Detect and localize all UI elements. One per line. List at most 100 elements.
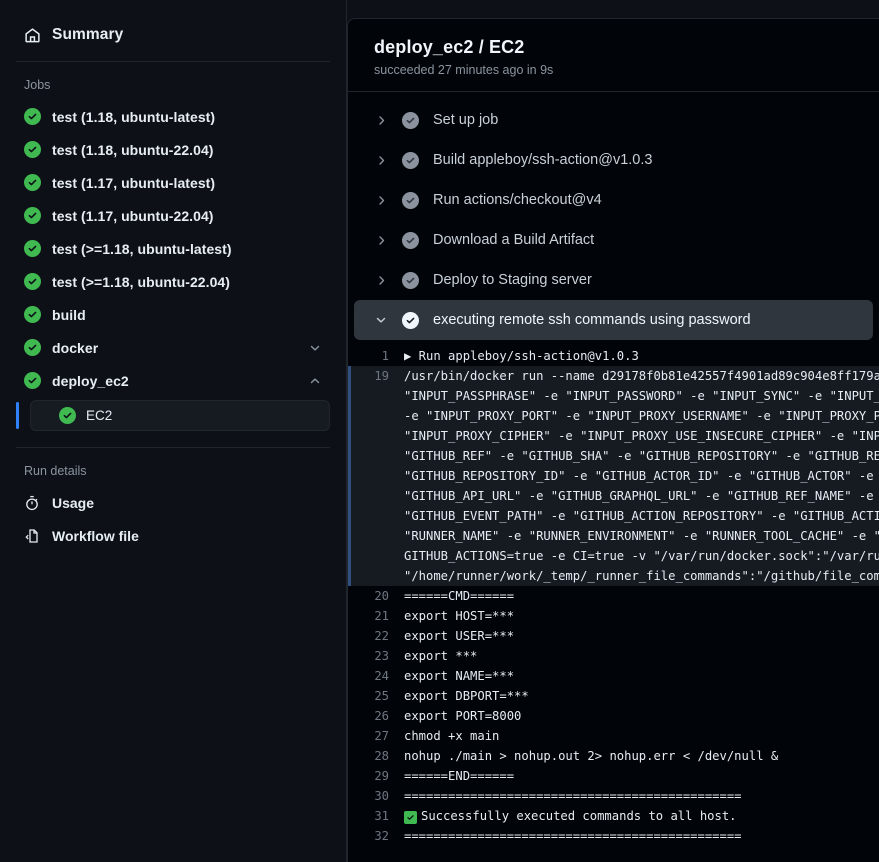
sidebar-item-summary[interactable]: Summary xyxy=(16,9,330,61)
log-line[interactable]: 23 export *** xyxy=(348,646,879,666)
success-check-icon xyxy=(402,311,419,329)
log-line-number: 30 xyxy=(374,789,389,803)
log-command-block[interactable]: 19 /usr/bin/docker run --name d29178f0b8… xyxy=(348,366,879,586)
sidebar-item-job[interactable]: deploy_ec2 xyxy=(16,364,330,397)
step-label: executing remote ssh commands using pass… xyxy=(433,312,751,328)
jobs-heading: Jobs xyxy=(24,78,51,92)
file-code-icon xyxy=(24,528,40,544)
log-line-number: 23 xyxy=(374,649,389,663)
step-label: Download a Build Artifact xyxy=(433,232,595,248)
success-check-icon xyxy=(24,141,41,158)
chevron-right-icon[interactable] xyxy=(374,154,388,167)
selected-step-wrapper: EC2 xyxy=(16,400,330,431)
main-panel: deploy_ec2 / EC2 succeeded 27 minutes ag… xyxy=(347,18,879,862)
sidebar-item-job[interactable]: test (1.18, ubuntu-22.04) xyxy=(16,133,330,166)
sidebar-job-label: docker xyxy=(52,339,99,356)
log-line[interactable]: 21 export HOST=*** xyxy=(348,606,879,626)
log-line-content: ========================================… xyxy=(404,789,742,803)
sidebar-job-label: test (>=1.18, ubuntu-latest) xyxy=(52,240,232,257)
success-check-icon xyxy=(24,240,41,257)
log-line-content: export DBPORT=*** xyxy=(404,689,529,703)
sidebar: Summary Jobs test (1.18, ubuntu-latest) t… xyxy=(0,0,347,862)
stopwatch-icon xyxy=(24,495,40,511)
selected-step-accent-bar xyxy=(16,402,19,429)
log-line-number: 21 xyxy=(374,609,389,623)
sidebar-step-label: EC2 xyxy=(86,408,113,423)
sidebar-job-label: deploy_ec2 xyxy=(52,372,129,389)
job-list: test (1.18, ubuntu-latest) test (1.18, ub… xyxy=(16,100,330,397)
log-line-number: 26 xyxy=(374,709,389,723)
log-line[interactable]: 27 chmod +x main xyxy=(348,726,879,746)
log-line[interactable]: 25 export DBPORT=*** xyxy=(348,686,879,706)
sidebar-item-job[interactable]: test (1.18, ubuntu-latest) xyxy=(16,100,330,133)
log-line-number: 28 xyxy=(374,749,389,763)
sidebar-job-label: test (1.18, ubuntu-latest) xyxy=(52,108,216,125)
step-row[interactable]: Run actions/checkout@v4 xyxy=(354,180,873,220)
sidebar-job-label: test (1.17, ubuntu-22.04) xyxy=(52,207,214,224)
log-line[interactable]: 20 ======CMD====== xyxy=(348,586,879,606)
chevron-down-icon[interactable] xyxy=(374,313,388,327)
sidebar-item-job[interactable]: test (1.17, ubuntu-latest) xyxy=(16,166,330,199)
log-line-content: nohup ./main > nohup.out 2> nohup.err < … xyxy=(404,749,779,763)
chevron-right-icon[interactable] xyxy=(374,234,388,247)
success-check-icon xyxy=(24,339,41,356)
log-line[interactable]: 32 ======================================… xyxy=(348,826,879,846)
workflow-run-page: Summary Jobs test (1.18, ubuntu-latest) t… xyxy=(0,0,879,862)
sidebar-step-ec2[interactable]: EC2 xyxy=(30,400,330,431)
step-row[interactable]: Deploy to Staging server xyxy=(354,260,873,300)
success-check-icon xyxy=(24,108,41,125)
log-line-content: export NAME=*** xyxy=(404,669,515,683)
log-line[interactable]: 26 export PORT=8000 xyxy=(348,706,879,726)
log-line-content: ======END====== xyxy=(404,769,515,783)
log-line-content: export PORT=8000 xyxy=(404,709,522,723)
sidebar-job-label: build xyxy=(52,306,86,323)
step-row[interactable]: Set up job xyxy=(354,100,873,140)
check-box-icon xyxy=(404,811,417,824)
log-line[interactable]: 30 ======================================… xyxy=(348,786,879,806)
chevron-down-icon[interactable] xyxy=(308,341,322,355)
sidebar-item-job[interactable]: test (>=1.18, ubuntu-22.04) xyxy=(16,265,330,298)
chevron-right-icon[interactable] xyxy=(374,114,388,127)
log-line-number: 29 xyxy=(374,769,389,783)
step-list: Set up job Build appleboy/ssh-action@v1.0… xyxy=(348,92,879,340)
log-line-content: export USER=*** xyxy=(404,629,515,643)
step-row[interactable]: executing remote ssh commands using pass… xyxy=(354,300,873,340)
success-check-icon xyxy=(24,306,41,323)
log-line[interactable]: 22 export USER=*** xyxy=(348,626,879,646)
log-line-content: chmod +x main xyxy=(404,729,500,743)
log-line-content: ======CMD====== xyxy=(404,589,515,603)
sidebar-job-label: test (1.18, ubuntu-22.04) xyxy=(52,141,214,158)
chevron-right-icon[interactable] xyxy=(374,274,388,287)
success-check-icon xyxy=(402,111,419,129)
log-line[interactable]: 1 ▶ Run appleboy/ssh-action@v1.0.3 xyxy=(348,346,879,366)
log-line[interactable]: 31 Successfully executed commands to all … xyxy=(348,806,879,826)
chevron-up-icon[interactable] xyxy=(308,374,322,388)
step-row[interactable]: Download a Build Artifact xyxy=(354,220,873,260)
sidebar-usage-label: Usage xyxy=(52,494,95,511)
sidebar-item-job[interactable]: docker xyxy=(16,331,330,364)
log-line-content: Successfully executed commands to all ho… xyxy=(404,806,737,826)
sidebar-item-usage[interactable]: Usage xyxy=(16,486,330,519)
step-label: Deploy to Staging server xyxy=(433,272,592,288)
success-check-icon xyxy=(402,191,419,209)
sidebar-item-job[interactable]: test (>=1.18, ubuntu-latest) xyxy=(16,232,330,265)
success-check-icon xyxy=(59,407,76,424)
success-check-icon xyxy=(24,273,41,290)
log-line[interactable]: 24 export NAME=*** xyxy=(348,666,879,686)
chevron-right-icon[interactable] xyxy=(374,194,388,207)
sidebar-summary-label: Summary xyxy=(52,26,124,43)
log-line-number: 31 xyxy=(374,809,389,823)
log-line-content: export HOST=*** xyxy=(404,609,515,623)
job-header: deploy_ec2 / EC2 succeeded 27 minutes ag… xyxy=(348,19,879,92)
sidebar-item-workflow-file[interactable]: Workflow file xyxy=(16,519,330,552)
log-line-number: 24 xyxy=(374,669,389,683)
log-line-content: ========================================… xyxy=(404,829,742,843)
success-check-icon xyxy=(24,207,41,224)
log-line[interactable]: 28 nohup ./main > nohup.out 2> nohup.err … xyxy=(348,746,879,766)
sidebar-item-job[interactable]: build xyxy=(16,298,330,331)
log-line[interactable]: 29 ======END====== xyxy=(348,766,879,786)
sidebar-item-job[interactable]: test (1.17, ubuntu-22.04) xyxy=(16,199,330,232)
log-line-number: 25 xyxy=(374,689,389,703)
step-row[interactable]: Build appleboy/ssh-action@v1.0.3 xyxy=(354,140,873,180)
success-check-icon xyxy=(24,174,41,191)
